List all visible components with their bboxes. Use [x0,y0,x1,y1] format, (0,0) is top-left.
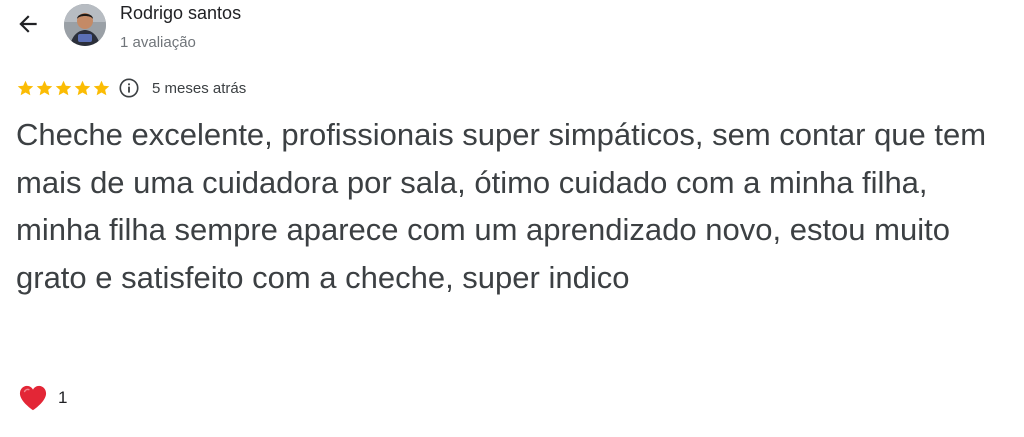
avatar-photo [64,4,106,46]
back-button[interactable] [10,6,46,42]
heart-reaction-count: 1 [58,388,68,407]
info-icon[interactable] [118,77,140,99]
avatar[interactable] [64,4,106,46]
heart-icon [19,385,47,411]
star-icon [93,80,110,95]
reviewer-name[interactable]: Rodrigo santos [120,3,241,24]
star-icon [17,80,34,95]
arrow-left-icon [19,15,37,33]
star-rating [16,79,111,98]
reactions-bar: 1 [18,384,67,412]
review-page: Rodrigo santos 1 avaliação 5 meses atrás… [0,0,1024,437]
reviewer-review-count: 1 avaliação [120,34,196,51]
rating-row: 5 meses atrás [16,76,246,100]
heart-reaction-button[interactable] [18,384,48,412]
star-icon [74,80,91,95]
star-icon [55,80,72,95]
star-icon [36,80,53,95]
review-date: 5 meses atrás [152,79,247,97]
review-text: Cheche excelente, profissionais super si… [16,117,987,295]
